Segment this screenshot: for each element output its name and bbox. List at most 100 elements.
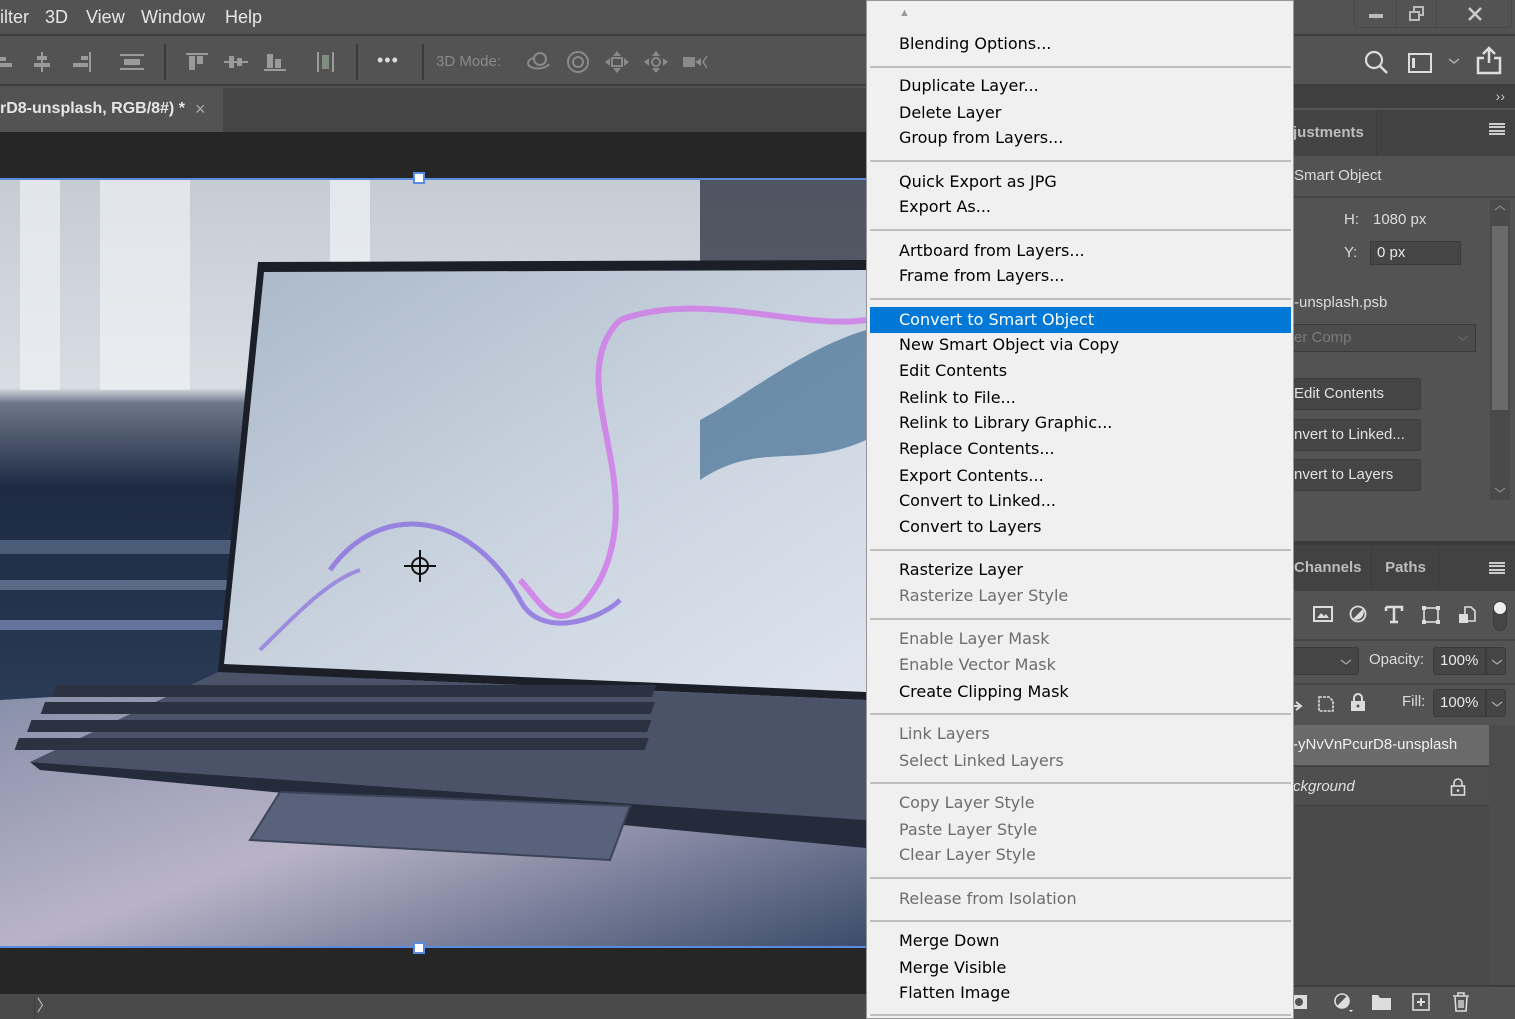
pixel-layer-filter-icon[interactable] (1313, 605, 1333, 623)
menu-item-duplicate-layer[interactable]: Duplicate Layer... (870, 73, 1291, 99)
menu-item-link-layers[interactable]: Link Layers (870, 721, 1291, 747)
workspace-icon[interactable] (1407, 51, 1435, 75)
slide-3d-icon[interactable] (643, 50, 669, 74)
edit-contents-button[interactable]: Edit Contents (1293, 378, 1421, 410)
menu-view[interactable]: View (86, 7, 125, 28)
menu-filter[interactable]: ilter (0, 7, 29, 28)
type-filter-icon[interactable] (1384, 604, 1404, 624)
scrollbar-thumb[interactable] (1492, 226, 1508, 410)
menu-item-export-as[interactable]: Export As... (870, 194, 1291, 220)
menu-item-paste-layer-style[interactable]: Paste Layer Style (870, 817, 1291, 843)
convert-to-layers-button[interactable]: nvert to Layers (1293, 459, 1421, 491)
close-window-button[interactable] (1437, 0, 1513, 28)
menu-item-rasterize-layer[interactable]: Rasterize Layer (870, 557, 1291, 583)
transform-handle-bottom[interactable] (413, 942, 425, 954)
roll-3d-icon[interactable] (565, 50, 591, 74)
menu-window[interactable]: Window (141, 7, 205, 28)
menu-item-edit-contents[interactable]: Edit Contents (870, 358, 1291, 384)
menu-item-relink-to-file[interactable]: Relink to File... (870, 385, 1291, 411)
menu-item-enable-vector-mask[interactable]: Enable Vector Mask (870, 652, 1291, 678)
orbit-3d-icon[interactable] (525, 50, 551, 74)
panel-menu-icon[interactable] (1489, 123, 1505, 135)
new-adjustment-layer-icon[interactable] (1333, 992, 1355, 1014)
menu-item-merge-visible[interactable]: Merge Visible (870, 955, 1291, 981)
new-group-icon[interactable] (1371, 993, 1393, 1011)
menu-item-enable-layer-mask[interactable]: Enable Layer Mask (870, 626, 1291, 652)
transform-handle-top[interactable] (413, 172, 425, 184)
menu-item-quick-export-as-jpg[interactable]: Quick Export as JPG (870, 169, 1291, 195)
menu-item-new-smart-object-via-copy[interactable]: New Smart Object via Copy (870, 332, 1291, 358)
restore-button[interactable] (1397, 0, 1437, 28)
status-expand-button[interactable]: 〉 (34, 996, 54, 1019)
opacity-input[interactable]: 100% (1433, 647, 1486, 675)
align-right-edges-icon[interactable] (69, 50, 95, 74)
minimize-button[interactable] (1355, 0, 1397, 28)
scroll-down-icon[interactable] (1494, 486, 1506, 494)
menu-item-copy-layer-style[interactable]: Copy Layer Style (870, 790, 1291, 816)
menu-item-flatten-image[interactable]: Flatten Image (870, 980, 1291, 1006)
align-vertical-centers-icon[interactable] (223, 50, 249, 74)
share-icon[interactable] (1475, 46, 1503, 76)
tab-paths[interactable]: Paths (1373, 545, 1439, 591)
menu-item-blending-options[interactable]: Blending Options... (870, 31, 1291, 57)
menu-item-convert-to-smart-object[interactable]: Convert to Smart Object (870, 307, 1291, 333)
distribute-horizontal-icon[interactable] (313, 50, 339, 74)
menu-item-group-from-layers[interactable]: Group from Layers... (870, 125, 1291, 151)
menu-item-merge-down[interactable]: Merge Down (870, 928, 1291, 954)
align-left-edges-icon[interactable] (0, 50, 26, 74)
canvas-area[interactable] (0, 132, 866, 994)
menu-item-convert-to-layers[interactable]: Convert to Layers (870, 514, 1291, 540)
layers-scrollbar[interactable] (1489, 725, 1515, 985)
menu-3d[interactable]: 3D (45, 7, 68, 28)
menu-item-artboard-from-layers[interactable]: Artboard from Layers... (870, 238, 1291, 264)
smart-object-filter-icon[interactable] (1458, 605, 1476, 625)
menu-item-create-clipping-mask[interactable]: Create Clipping Mask (870, 679, 1291, 705)
menu-item-release-from-isolation[interactable]: Release from Isolation (870, 886, 1291, 912)
lock-artboard-icon[interactable] (1315, 693, 1337, 715)
layer-row-background[interactable]: ckground (1293, 766, 1489, 806)
document-tab[interactable]: rD8-unsplash, RGB/8#) * × (0, 88, 223, 132)
adjustment-filter-icon[interactable] (1349, 605, 1367, 623)
close-tab-icon[interactable]: × (195, 99, 206, 120)
layer-row-selected[interactable]: -yNvVnPcurD8-unsplash (1293, 725, 1489, 765)
menu-item-convert-to-linked[interactable]: Convert to Linked... (870, 488, 1291, 514)
align-top-edges-icon[interactable] (184, 50, 210, 74)
menu-help[interactable]: Help (225, 7, 262, 28)
new-layer-icon[interactable] (1411, 992, 1431, 1012)
tab-adjustments[interactable]: justments (1293, 110, 1377, 156)
blend-mode-select[interactable] (1293, 647, 1359, 675)
properties-scrollbar[interactable] (1490, 200, 1510, 500)
document-image[interactable] (0, 178, 866, 948)
add-mask-icon[interactable] (1293, 994, 1309, 1010)
lock-position-icon[interactable] (1293, 699, 1303, 713)
fill-input[interactable]: 100% (1433, 689, 1486, 717)
fill-dropdown[interactable] (1486, 689, 1506, 717)
workspace-dropdown-icon[interactable] (1447, 56, 1461, 66)
scroll-up-icon[interactable] (1494, 204, 1506, 212)
menu-item-delete-layer[interactable]: Delete Layer (870, 100, 1291, 126)
menu-scroll-up-icon[interactable]: ▲ (899, 7, 910, 19)
convert-to-linked-button[interactable]: nvert to Linked... (1293, 419, 1421, 451)
layers-panel-menu-icon[interactable] (1489, 562, 1505, 574)
opacity-dropdown[interactable] (1486, 647, 1506, 675)
menu-item-frame-from-layers[interactable]: Frame from Layers... (870, 263, 1291, 289)
layer-comp-select[interactable]: er Comp (1293, 324, 1476, 352)
search-icon[interactable] (1364, 50, 1390, 76)
delete-layer-icon[interactable] (1451, 991, 1471, 1013)
align-horizontal-centers-icon[interactable] (29, 50, 55, 74)
menu-item-export-contents[interactable]: Export Contents... (870, 463, 1291, 489)
menu-item-rasterize-layer-style[interactable]: Rasterize Layer Style (870, 583, 1291, 609)
drag-3d-icon[interactable] (604, 50, 630, 74)
y-position-input[interactable]: 0 px (1370, 241, 1461, 265)
menu-item-replace-contents[interactable]: Replace Contents... (870, 436, 1291, 462)
menu-item-clear-layer-style[interactable]: Clear Layer Style (870, 842, 1291, 868)
lock-all-icon[interactable] (1349, 692, 1367, 712)
distribute-vertical-icon[interactable] (119, 50, 145, 74)
collapse-panels-icon[interactable]: ›› (1496, 88, 1505, 104)
align-bottom-edges-icon[interactable] (262, 50, 288, 74)
scale-3d-icon[interactable] (682, 50, 708, 74)
menu-item-select-linked-layers[interactable]: Select Linked Layers (870, 748, 1291, 774)
tab-channels[interactable]: Channels (1294, 545, 1372, 591)
shape-filter-icon[interactable] (1421, 605, 1441, 625)
more-options-button[interactable]: ••• (377, 50, 399, 71)
